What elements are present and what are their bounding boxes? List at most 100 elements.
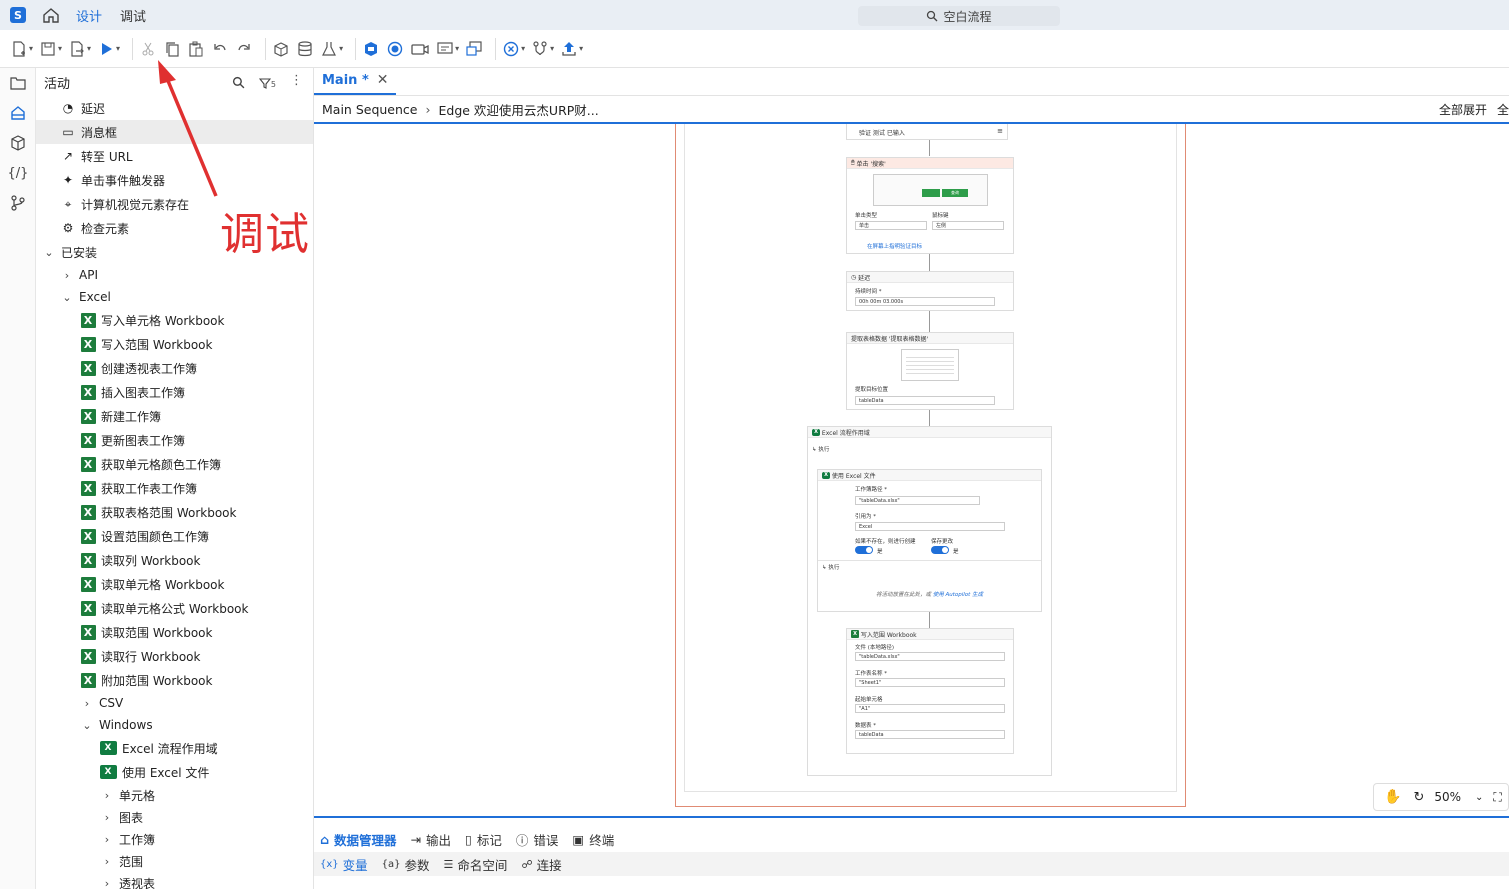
data-table-input[interactable]: tableData <box>855 730 1005 739</box>
tab-main[interactable]: Main * ✕ <box>314 67 397 95</box>
designer-canvas[interactable]: 验证 测试 已输入 ≡ 🖱 单击 '搜索' 查询 单击类型 鼠标键 单击 左侧 … <box>314 124 1509 816</box>
record-button[interactable] <box>386 35 404 63</box>
screen-scraping-button[interactable]: ▾ <box>436 35 459 63</box>
activity-item[interactable]: X Excel 流程作用域 <box>36 736 313 760</box>
extract-target-input[interactable]: tableData <box>855 396 995 405</box>
activity-item[interactable]: X 设置范围颜色工作簿 <box>36 524 313 548</box>
activity-item[interactable]: X 读取范围 Workbook <box>36 620 313 644</box>
cut-button[interactable] <box>139 35 157 63</box>
remove-button[interactable]: ▾ <box>502 35 525 63</box>
category-csv[interactable]: › CSV <box>36 692 313 714</box>
activity-item[interactable]: X 附加范围 Workbook <box>36 668 313 692</box>
category-item[interactable]: › 范围 <box>36 850 313 872</box>
activity-item[interactable]: X 写入单元格 Workbook <box>36 308 313 332</box>
run-button[interactable]: ▾ <box>97 35 120 63</box>
activities-rail-button[interactable] <box>0 98 36 128</box>
search-box[interactable]: 空白流程 <box>858 6 1060 26</box>
analyze-button[interactable]: ▾ <box>531 35 554 63</box>
activity-item[interactable]: X 创建透视表工作簿 <box>36 356 313 380</box>
tab-output[interactable]: ⇥ 输出 <box>410 830 451 849</box>
category-api[interactable]: › API <box>36 264 313 286</box>
activity-excel-scope[interactable]: X Excel 流程作用域 ↳ 执行 X 使用 Excel 文件 工作簿路径 *… <box>807 426 1052 776</box>
copy-button[interactable] <box>163 35 181 63</box>
activity-item[interactable]: X 写入范围 Workbook <box>36 332 313 356</box>
save-button[interactable]: ▾ <box>39 35 62 63</box>
tab-errors[interactable]: ⓘ 错误 <box>516 830 559 849</box>
subtab-variables[interactable]: {x} 变量 <box>320 855 368 874</box>
tab-debug[interactable]: 调试 <box>118 2 148 29</box>
activity-item[interactable]: X 读取单元格 Workbook <box>36 572 313 596</box>
activity-item[interactable]: X 插入图表工作簿 <box>36 380 313 404</box>
collapse-all-button[interactable]: 全 <box>1497 101 1509 118</box>
package-button[interactable] <box>272 35 290 63</box>
reset-zoom-icon[interactable]: ↻ <box>1413 790 1424 805</box>
activity-item[interactable]: ↗ 转至 URL <box>36 144 313 168</box>
category-windows[interactable]: ⌄ Windows <box>36 714 313 736</box>
more-icon[interactable]: ⋮ <box>290 74 303 89</box>
save-toggle[interactable] <box>931 546 949 554</box>
undo-button[interactable] <box>211 35 229 63</box>
category-item[interactable]: › 单元格 <box>36 784 313 806</box>
subtab-namespaces[interactable]: ☰ 命名空间 <box>444 855 508 874</box>
tab-design[interactable]: 设计 <box>74 2 105 32</box>
activity-item[interactable]: X 读取行 Workbook <box>36 644 313 668</box>
breadcrumb-item[interactable]: Main Sequence <box>322 102 417 117</box>
click-type-select[interactable]: 单击 <box>855 221 927 230</box>
subtab-arguments[interactable]: {a} 参数 <box>382 855 430 874</box>
autopilot-link[interactable]: 使用 Autopilot 生成 <box>933 592 983 598</box>
start-cell-input[interactable]: "A1" <box>855 704 1005 713</box>
file-input[interactable]: "tableData.xlsx" <box>855 652 1005 661</box>
mouse-button-select[interactable]: 左侧 <box>932 221 1004 230</box>
activity-item[interactable]: X 读取单元格公式 Workbook <box>36 596 313 620</box>
pan-hand-icon[interactable]: ✋ <box>1384 789 1401 805</box>
category-item[interactable]: › 图表 <box>36 806 313 828</box>
snippets-rail-button[interactable] <box>0 128 36 158</box>
project-rail-button[interactable] <box>0 68 36 98</box>
indicate-target-link[interactable]: 在屏幕上指明验证目标 <box>867 242 922 250</box>
activity-item[interactable]: ◔ 延迟 <box>36 96 313 120</box>
category-item[interactable]: › 工作簿 <box>36 828 313 850</box>
activity-item[interactable]: ✦ 单击事件触发器 <box>36 168 313 192</box>
activity-item[interactable]: X 新建工作簿 <box>36 404 313 428</box>
filter-button[interactable]: 5 <box>258 76 276 89</box>
tab-bookmarks[interactable]: ▯ 标记 <box>465 830 502 849</box>
create-toggle[interactable] <box>855 546 873 554</box>
fit-screen-icon[interactable]: ⛶ <box>1493 790 1501 805</box>
search-icon[interactable] <box>232 76 245 89</box>
paste-button[interactable] <box>187 35 205 63</box>
new-file-button[interactable]: ▾ <box>10 35 33 63</box>
redo-button[interactable] <box>235 35 253 63</box>
table-extract-button[interactable] <box>465 35 483 63</box>
activity-item[interactable]: X 获取工作表工作簿 <box>36 476 313 500</box>
duration-input[interactable]: 00h 00m 03.000s <box>855 297 995 306</box>
activity-item[interactable]: X 获取表格范围 Workbook <box>36 500 313 524</box>
close-icon[interactable]: ✕ <box>377 72 389 88</box>
category-excel[interactable]: ⌄ Excel <box>36 286 313 308</box>
code-rail-button[interactable]: {/} <box>0 158 36 188</box>
reference-input[interactable]: Excel <box>855 522 1005 531</box>
breadcrumb-item[interactable]: Edge 欢迎使用云杰URP财... <box>438 100 598 119</box>
test-button[interactable]: ▾ <box>320 35 343 63</box>
activity-item[interactable]: X 使用 Excel 文件 <box>36 760 313 784</box>
chevron-down-icon[interactable]: ⌄ <box>1475 792 1483 803</box>
screen-record-button[interactable] <box>410 35 430 63</box>
export-button[interactable]: ▾ <box>68 35 91 63</box>
home-icon[interactable] <box>42 6 60 24</box>
activity-write-range[interactable]: X 写入范围 Workbook 文件 (本地路径) "tableData.xls… <box>846 628 1014 754</box>
ui-explorer-button[interactable] <box>362 35 380 63</box>
activity-delay[interactable]: ◷ 延迟 持续时间 * 00h 00m 03.000s <box>846 271 1014 311</box>
activity-click[interactable]: 🖱 单击 '搜索' 查询 单击类型 鼠标键 单击 左侧 在屏幕上指明验证目标 <box>846 157 1014 254</box>
subtab-connections[interactable]: ☍ 连接 <box>521 855 561 874</box>
workbook-path-input[interactable]: "tableData.xlsx" <box>855 496 980 505</box>
data-button[interactable] <box>296 35 314 63</box>
zoom-level[interactable]: 50% <box>1434 790 1461 804</box>
activity-item[interactable]: ▭ 消息框 <box>36 120 313 144</box>
activity-item[interactable]: X 更新图表工作簿 <box>36 428 313 452</box>
activity-use-excel[interactable]: X 使用 Excel 文件 工作簿路径 * "tableData.xlsx" 引… <box>817 469 1042 612</box>
menu-icon[interactable]: ≡ <box>997 127 1003 135</box>
tab-data-manager[interactable]: ⌂ 数据管理器 <box>320 830 396 849</box>
activity-extract-table[interactable]: 提取表格数据 '提取表格数据' 提取目标位置 tableData <box>846 332 1014 410</box>
activity-item[interactable]: X 读取列 Workbook <box>36 548 313 572</box>
publish-button[interactable]: ▾ <box>560 35 583 63</box>
sheet-input[interactable]: "Sheet1" <box>855 678 1005 687</box>
